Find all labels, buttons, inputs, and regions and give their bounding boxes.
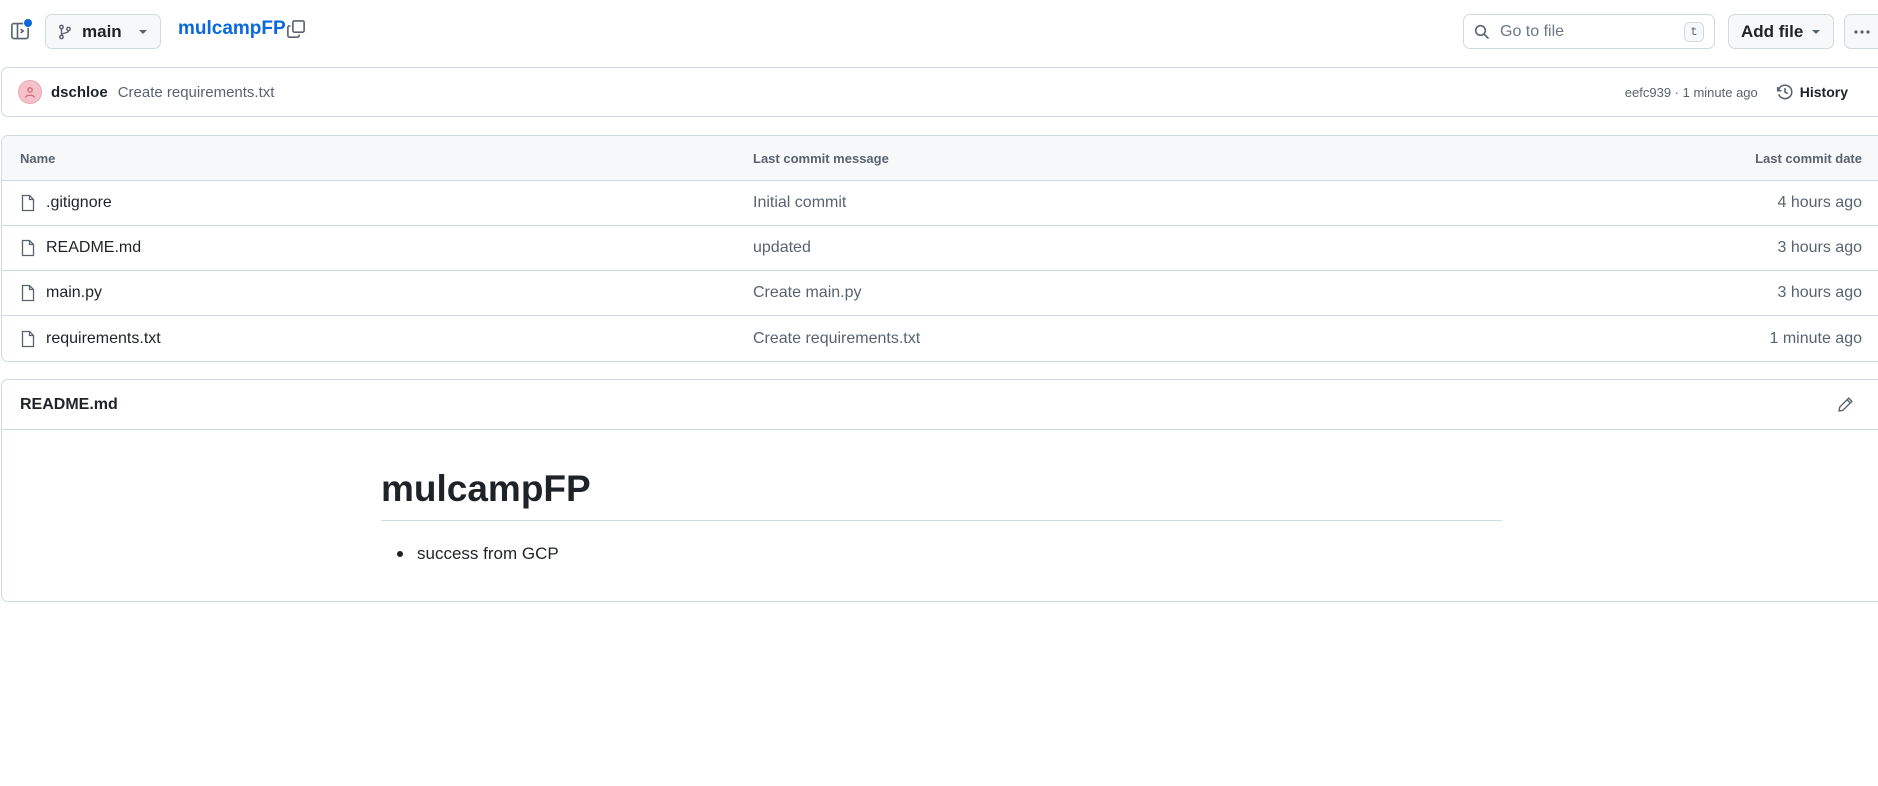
repo-name-link[interactable]: mulcampFP xyxy=(178,18,286,40)
branch-selector-button[interactable]: main xyxy=(45,14,161,49)
history-icon xyxy=(1776,83,1794,101)
row-commit-date: 1 minute ago xyxy=(1769,329,1862,347)
add-file-button[interactable]: Add file xyxy=(1728,14,1834,49)
chevron-down-icon xyxy=(1811,27,1821,37)
more-options-button[interactable] xyxy=(1844,14,1878,49)
copy-path-button[interactable] xyxy=(286,19,308,41)
commit-message-link[interactable]: Create requirements.txt xyxy=(118,84,275,101)
add-file-label: Add file xyxy=(1741,21,1804,41)
commit-author-link[interactable]: dschloe xyxy=(51,84,108,101)
table-row[interactable]: requirements.txt Create requirements.txt… xyxy=(2,316,1878,361)
history-button[interactable]: History xyxy=(1776,83,1848,101)
readme-header: README.md xyxy=(2,380,1878,430)
shortcut-key-badge: t xyxy=(1684,21,1704,42)
table-row[interactable]: main.py Create main.py 3 hours ago xyxy=(2,271,1878,316)
file-icon xyxy=(20,239,36,257)
row-commit-date: 3 hours ago xyxy=(1777,284,1862,301)
file-icon xyxy=(20,284,36,302)
branch-icon xyxy=(58,24,72,40)
row-commit-message[interactable]: updated xyxy=(753,239,811,256)
kebab-icon xyxy=(1853,29,1871,35)
readme-list: success from GCP xyxy=(381,544,559,564)
file-name-link[interactable]: main.py xyxy=(46,284,102,302)
row-commit-date: 3 hours ago xyxy=(1777,239,1862,256)
copy-icon xyxy=(286,19,308,39)
sidebar-toggle-button[interactable] xyxy=(6,17,34,45)
readme-panel: README.md mulcampFP success from GCP xyxy=(1,379,1878,602)
column-header-commit-message: Last commit message xyxy=(753,150,889,166)
table-header: Name Last commit message Last commit dat… xyxy=(2,136,1878,181)
go-to-file-search[interactable]: t xyxy=(1463,14,1715,49)
file-icon xyxy=(20,194,36,212)
latest-commit-bar: dschloe Create requirements.txt eefc939 … xyxy=(1,67,1878,117)
column-header-commit-date: Last commit date xyxy=(1755,150,1862,166)
readme-filename-link[interactable]: README.md xyxy=(20,396,118,414)
pencil-icon xyxy=(1837,396,1854,413)
chevron-down-icon xyxy=(138,27,148,37)
row-commit-message[interactable]: Create main.py xyxy=(753,284,862,301)
column-header-name: Name xyxy=(20,150,56,166)
file-name-link[interactable]: requirements.txt xyxy=(46,330,161,348)
readme-heading: mulcampFP xyxy=(381,468,1502,521)
row-commit-message[interactable]: Initial commit xyxy=(753,194,846,211)
go-to-file-input[interactable] xyxy=(1500,22,1674,41)
history-label: History xyxy=(1799,84,1848,100)
notification-dot xyxy=(23,18,33,28)
row-commit-message[interactable]: Create requirements.txt xyxy=(753,330,920,347)
search-icon xyxy=(1474,24,1490,40)
file-name-link[interactable]: .gitignore xyxy=(46,194,112,212)
table-row[interactable]: .gitignore Initial commit 4 hours ago xyxy=(2,181,1878,226)
list-item-text: success from GCP xyxy=(417,544,559,563)
row-commit-date: 4 hours ago xyxy=(1777,194,1862,211)
avatar[interactable] xyxy=(18,80,42,104)
branch-name: main xyxy=(82,21,122,41)
file-table: Name Last commit message Last commit dat… xyxy=(1,135,1878,362)
table-row[interactable]: README.md updated 3 hours ago xyxy=(2,226,1878,271)
file-icon xyxy=(20,330,36,348)
edit-readme-button[interactable] xyxy=(1837,396,1854,413)
repo-toolbar: main mulcampFP t Add file xyxy=(0,0,1878,62)
list-item: success from GCP xyxy=(381,544,559,564)
file-name-link[interactable]: README.md xyxy=(46,239,141,257)
commit-hash-time[interactable]: eefc939 · 1 minute ago xyxy=(1625,85,1758,100)
bullet xyxy=(397,551,403,557)
